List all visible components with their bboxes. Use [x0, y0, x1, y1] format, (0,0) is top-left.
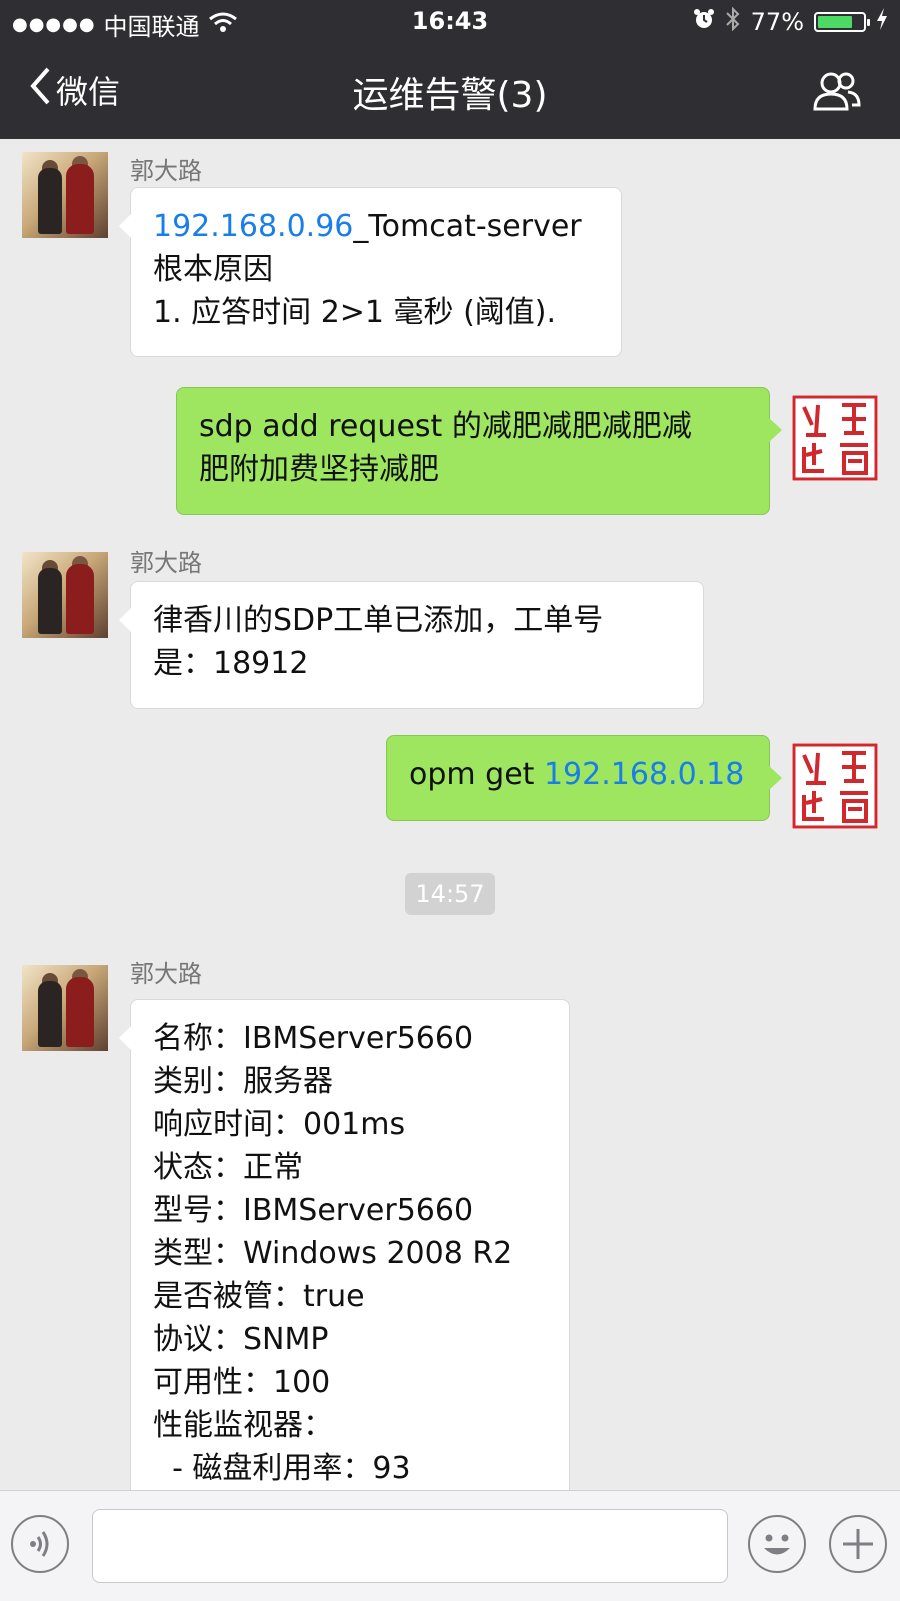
- bolt-icon: [876, 8, 888, 36]
- status-right: 77%: [693, 6, 888, 37]
- message-line: 是：18912: [153, 646, 309, 681]
- voice-icon: [30, 1531, 49, 1557]
- message-line: 响应时间：001ms: [153, 1107, 406, 1142]
- message-line: 类别：服务器: [153, 1064, 333, 1099]
- input-bar: [0, 1490, 900, 1601]
- avatar[interactable]: [22, 965, 108, 1051]
- seal-avatar-icon: [792, 743, 878, 829]
- chat-title: 运维告警(3): [352, 75, 548, 116]
- message-line: 状态：正常: [153, 1150, 303, 1185]
- message-line: 型号：IBMServer5660: [153, 1193, 474, 1228]
- message-bubble[interactable]: 律香川的SDP工单已添加，工单号 是：18912: [119, 581, 704, 709]
- battery-fill: [818, 16, 852, 28]
- message-line: 1. 应答时间 2>1 毫秒 (阈值).: [153, 295, 557, 330]
- voice-button[interactable]: [11, 1515, 69, 1573]
- message-bubble[interactable]: 192.168.0.96_Tomcat-server 根本原因 1. 应答时间 …: [119, 187, 622, 357]
- message-line: 是否被管：true: [153, 1279, 365, 1314]
- message-input[interactable]: [92, 1509, 728, 1583]
- message-line: 192.168.0.96_Tomcat-server: [153, 209, 582, 244]
- avatar[interactable]: [792, 743, 878, 829]
- group-info-button[interactable]: [812, 72, 862, 116]
- ip-link[interactable]: 192.168.0.18: [544, 757, 744, 792]
- more-button[interactable]: [829, 1515, 887, 1573]
- message-line: 协议：SNMP: [153, 1322, 329, 1357]
- battery-icon: [814, 12, 870, 32]
- plus-icon: [843, 1529, 873, 1559]
- status-bar: ●●●●● 中国联通 16:43 77%: [0, 0, 900, 44]
- message-line: - 磁盘利用率：93: [153, 1451, 411, 1486]
- nav-bar: 微信 运维告警(3): [0, 44, 900, 139]
- message-line: 可用性：100: [153, 1365, 331, 1400]
- message-line: opm get 192.168.0.18: [409, 757, 745, 792]
- avatar[interactable]: [792, 395, 878, 481]
- battery-percent: 77%: [750, 8, 804, 36]
- emoji-icon: [764, 1534, 790, 1555]
- bluetooth-icon: [725, 6, 741, 37]
- message-bubble[interactable]: opm get 192.168.0.18: [386, 735, 782, 821]
- message-bubble[interactable]: sdp add request 的减肥减肥减肥减 肥附加费坚持减肥: [176, 387, 782, 515]
- message-line: 肥附加费坚持减肥: [199, 452, 439, 487]
- message-line: 根本原因: [153, 252, 273, 287]
- emoji-button[interactable]: [748, 1515, 806, 1573]
- alarm-icon: [693, 8, 715, 36]
- sender-name: 郭大路: [130, 960, 202, 988]
- avatar[interactable]: [22, 552, 108, 638]
- sender-name: 郭大路: [130, 549, 202, 577]
- message-line: 名称：IBMServer5660: [153, 1021, 474, 1056]
- avatar[interactable]: [22, 152, 108, 238]
- seal-avatar-icon: [792, 395, 878, 481]
- people-icon: [812, 72, 862, 116]
- message-line: 性能监视器：: [153, 1408, 333, 1443]
- sender-name: 郭大路: [130, 157, 202, 185]
- message-bubble[interactable]: 名称：IBMServer5660 类别：服务器 响应时间：001ms 状态：正常…: [119, 999, 570, 1490]
- message-line: sdp add request 的减肥减肥减肥减: [199, 409, 692, 444]
- message-line: 律香川的SDP工单已添加，工单号: [153, 603, 604, 638]
- time-separator: 14:57: [405, 873, 495, 915]
- ip-link[interactable]: 192.168.0.96: [153, 209, 353, 244]
- chat-area[interactable]: 郭大路 192.168.0.96_Tomcat-server 根本原因 1. 应…: [0, 139, 900, 1490]
- message-line: 类型：Windows 2008 R2: [153, 1236, 513, 1271]
